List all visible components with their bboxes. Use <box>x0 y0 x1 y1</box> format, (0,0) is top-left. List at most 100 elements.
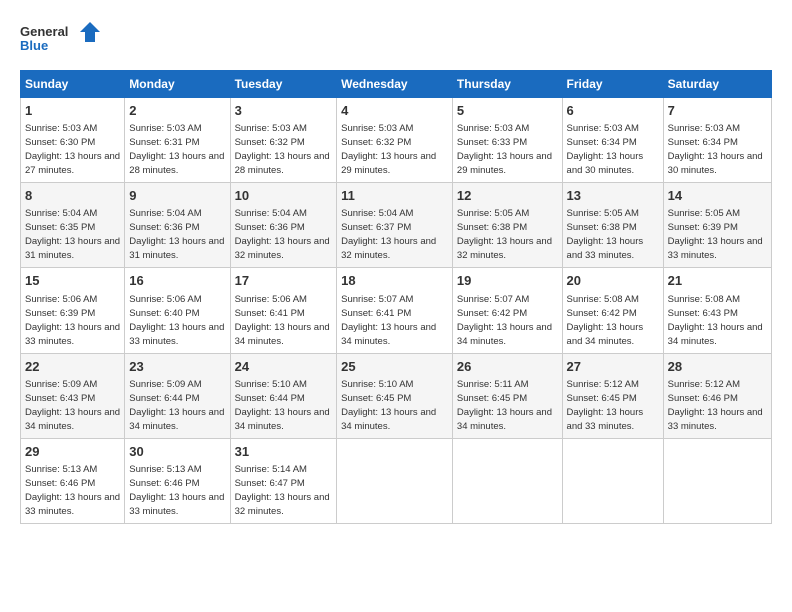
sunset-text: Sunset: 6:42 PM <box>567 308 637 319</box>
daylight-text: Daylight: 13 hours and 33 minutes. <box>668 407 763 432</box>
calendar-cell <box>337 438 453 523</box>
sunrise-text: Sunrise: 5:03 AM <box>25 123 97 134</box>
day-number: 31 <box>235 443 333 461</box>
daylight-text: Daylight: 13 hours and 34 minutes. <box>457 322 552 347</box>
calendar-cell: 1 Sunrise: 5:03 AM Sunset: 6:30 PM Dayli… <box>21 98 125 183</box>
day-number: 3 <box>235 102 333 120</box>
daylight-text: Daylight: 13 hours and 29 minutes. <box>457 151 552 176</box>
sunrise-text: Sunrise: 5:06 AM <box>235 294 307 305</box>
sunrise-text: Sunrise: 5:12 AM <box>567 379 639 390</box>
daylight-text: Daylight: 13 hours and 33 minutes. <box>25 322 120 347</box>
calendar-cell: 23 Sunrise: 5:09 AM Sunset: 6:44 PM Dayl… <box>125 353 230 438</box>
column-header-thursday: Thursday <box>452 71 562 98</box>
calendar-cell: 25 Sunrise: 5:10 AM Sunset: 6:45 PM Dayl… <box>337 353 453 438</box>
calendar-week-2: 8 Sunrise: 5:04 AM Sunset: 6:35 PM Dayli… <box>21 183 772 268</box>
calendar-cell: 4 Sunrise: 5:03 AM Sunset: 6:32 PM Dayli… <box>337 98 453 183</box>
day-number: 1 <box>25 102 120 120</box>
day-number: 18 <box>341 272 448 290</box>
column-header-friday: Friday <box>562 71 663 98</box>
sunrise-text: Sunrise: 5:04 AM <box>25 208 97 219</box>
calendar-cell: 24 Sunrise: 5:10 AM Sunset: 6:44 PM Dayl… <box>230 353 337 438</box>
day-number: 22 <box>25 358 120 376</box>
sunrise-text: Sunrise: 5:10 AM <box>235 379 307 390</box>
calendar-cell: 14 Sunrise: 5:05 AM Sunset: 6:39 PM Dayl… <box>663 183 771 268</box>
calendar-cell: 6 Sunrise: 5:03 AM Sunset: 6:34 PM Dayli… <box>562 98 663 183</box>
sunset-text: Sunset: 6:45 PM <box>341 393 411 404</box>
daylight-text: Daylight: 13 hours and 31 minutes. <box>25 236 120 261</box>
calendar-cell: 29 Sunrise: 5:13 AM Sunset: 6:46 PM Dayl… <box>21 438 125 523</box>
day-number: 9 <box>129 187 225 205</box>
header: General Blue <box>20 20 772 60</box>
day-number: 26 <box>457 358 558 376</box>
sunset-text: Sunset: 6:47 PM <box>235 478 305 489</box>
daylight-text: Daylight: 13 hours and 28 minutes. <box>129 151 224 176</box>
day-number: 10 <box>235 187 333 205</box>
calendar-cell: 15 Sunrise: 5:06 AM Sunset: 6:39 PM Dayl… <box>21 268 125 353</box>
day-number: 6 <box>567 102 659 120</box>
logo-svg: General Blue <box>20 20 100 60</box>
calendar-cell: 17 Sunrise: 5:06 AM Sunset: 6:41 PM Dayl… <box>230 268 337 353</box>
sunrise-text: Sunrise: 5:09 AM <box>25 379 97 390</box>
calendar-week-3: 15 Sunrise: 5:06 AM Sunset: 6:39 PM Dayl… <box>21 268 772 353</box>
day-number: 16 <box>129 272 225 290</box>
calendar-cell: 16 Sunrise: 5:06 AM Sunset: 6:40 PM Dayl… <box>125 268 230 353</box>
sunset-text: Sunset: 6:31 PM <box>129 137 199 148</box>
column-header-tuesday: Tuesday <box>230 71 337 98</box>
sunrise-text: Sunrise: 5:04 AM <box>129 208 201 219</box>
sunrise-text: Sunrise: 5:03 AM <box>668 123 740 134</box>
sunrise-text: Sunrise: 5:07 AM <box>341 294 413 305</box>
sunrise-text: Sunrise: 5:07 AM <box>457 294 529 305</box>
sunrise-text: Sunrise: 5:08 AM <box>567 294 639 305</box>
daylight-text: Daylight: 13 hours and 33 minutes. <box>129 322 224 347</box>
sunrise-text: Sunrise: 5:05 AM <box>567 208 639 219</box>
day-number: 4 <box>341 102 448 120</box>
calendar-cell: 10 Sunrise: 5:04 AM Sunset: 6:36 PM Dayl… <box>230 183 337 268</box>
daylight-text: Daylight: 13 hours and 33 minutes. <box>567 407 644 432</box>
calendar-cell: 20 Sunrise: 5:08 AM Sunset: 6:42 PM Dayl… <box>562 268 663 353</box>
sunrise-text: Sunrise: 5:03 AM <box>341 123 413 134</box>
sunset-text: Sunset: 6:34 PM <box>567 137 637 148</box>
sunset-text: Sunset: 6:32 PM <box>235 137 305 148</box>
sunrise-text: Sunrise: 5:11 AM <box>457 379 529 390</box>
sunset-text: Sunset: 6:37 PM <box>341 222 411 233</box>
sunrise-text: Sunrise: 5:04 AM <box>235 208 307 219</box>
sunrise-text: Sunrise: 5:04 AM <box>341 208 413 219</box>
day-number: 28 <box>668 358 767 376</box>
calendar-cell: 8 Sunrise: 5:04 AM Sunset: 6:35 PM Dayli… <box>21 183 125 268</box>
sunrise-text: Sunrise: 5:03 AM <box>235 123 307 134</box>
day-number: 25 <box>341 358 448 376</box>
day-number: 30 <box>129 443 225 461</box>
calendar-cell: 5 Sunrise: 5:03 AM Sunset: 6:33 PM Dayli… <box>452 98 562 183</box>
daylight-text: Daylight: 13 hours and 30 minutes. <box>567 151 644 176</box>
day-number: 21 <box>668 272 767 290</box>
daylight-text: Daylight: 13 hours and 34 minutes. <box>235 407 330 432</box>
sunrise-text: Sunrise: 5:13 AM <box>25 464 97 475</box>
sunrise-text: Sunrise: 5:12 AM <box>668 379 740 390</box>
daylight-text: Daylight: 13 hours and 34 minutes. <box>129 407 224 432</box>
sunset-text: Sunset: 6:30 PM <box>25 137 95 148</box>
header-row: SundayMondayTuesdayWednesdayThursdayFrid… <box>21 71 772 98</box>
calendar-cell: 21 Sunrise: 5:08 AM Sunset: 6:43 PM Dayl… <box>663 268 771 353</box>
daylight-text: Daylight: 13 hours and 33 minutes. <box>25 492 120 517</box>
daylight-text: Daylight: 13 hours and 30 minutes. <box>668 151 763 176</box>
calendar-cell: 9 Sunrise: 5:04 AM Sunset: 6:36 PM Dayli… <box>125 183 230 268</box>
sunset-text: Sunset: 6:45 PM <box>567 393 637 404</box>
sunset-text: Sunset: 6:41 PM <box>341 308 411 319</box>
daylight-text: Daylight: 13 hours and 34 minutes. <box>235 322 330 347</box>
sunset-text: Sunset: 6:45 PM <box>457 393 527 404</box>
daylight-text: Daylight: 13 hours and 33 minutes. <box>567 236 644 261</box>
calendar-cell: 27 Sunrise: 5:12 AM Sunset: 6:45 PM Dayl… <box>562 353 663 438</box>
sunrise-text: Sunrise: 5:05 AM <box>668 208 740 219</box>
calendar-cell <box>562 438 663 523</box>
sunrise-text: Sunrise: 5:05 AM <box>457 208 529 219</box>
sunset-text: Sunset: 6:44 PM <box>235 393 305 404</box>
calendar-cell: 26 Sunrise: 5:11 AM Sunset: 6:45 PM Dayl… <box>452 353 562 438</box>
day-number: 17 <box>235 272 333 290</box>
svg-text:Blue: Blue <box>20 38 48 53</box>
day-number: 7 <box>668 102 767 120</box>
column-header-sunday: Sunday <box>21 71 125 98</box>
calendar-cell: 30 Sunrise: 5:13 AM Sunset: 6:46 PM Dayl… <box>125 438 230 523</box>
sunset-text: Sunset: 6:35 PM <box>25 222 95 233</box>
daylight-text: Daylight: 13 hours and 34 minutes. <box>341 407 436 432</box>
sunset-text: Sunset: 6:33 PM <box>457 137 527 148</box>
